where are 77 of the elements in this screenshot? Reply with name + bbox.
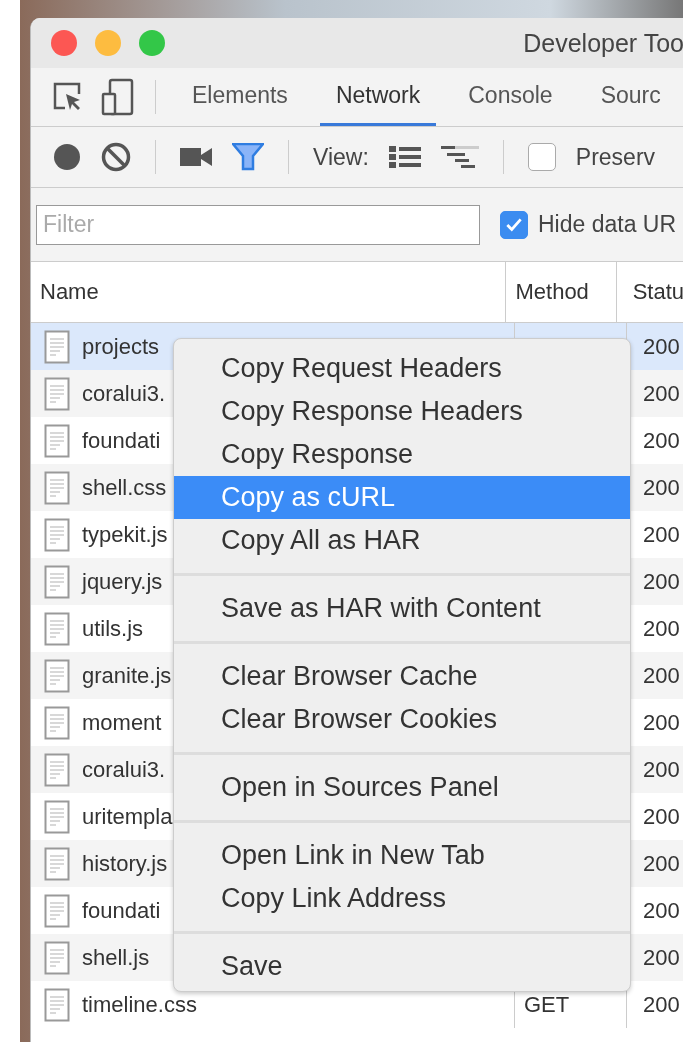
- table-cell: timeline.css: [82, 991, 197, 1018]
- panel-tab[interactable]: Console: [452, 68, 569, 126]
- device-icon[interactable]: [101, 78, 135, 116]
- window-title: Developer Too: [523, 28, 683, 58]
- table-cell: granite.js: [82, 662, 172, 689]
- file-icon: [44, 846, 70, 881]
- table-cell: 200: [643, 662, 680, 689]
- column-header[interactable]: Statu: [616, 262, 683, 322]
- file-icon: [44, 564, 70, 599]
- file-icon: [44, 470, 70, 505]
- hide-data-label: Hide data UR: [538, 211, 677, 238]
- table-cell: foundati: [82, 427, 161, 454]
- menu-item[interactable]: Copy Request Headers: [174, 347, 630, 390]
- close-icon[interactable]: [51, 30, 77, 56]
- record-icon[interactable]: [53, 143, 81, 171]
- menu-item[interactable]: Open in Sources Panel: [174, 766, 630, 809]
- file-icon: [44, 987, 70, 1022]
- menu-item[interactable]: Copy Link Address: [174, 877, 630, 920]
- file-icon: [44, 799, 70, 834]
- panel-tab[interactable]: Elements: [176, 68, 304, 126]
- menu-item[interactable]: Clear Browser Cookies: [174, 698, 630, 741]
- table-cell: moment: [82, 709, 162, 736]
- table-cell: foundati: [82, 897, 161, 924]
- preserve-checkbox[interactable]: [527, 143, 556, 171]
- table-cell: shell.css: [82, 474, 167, 501]
- file-icon: [44, 423, 70, 458]
- menu-item[interactable]: Copy Response: [174, 433, 630, 476]
- file-icon: [44, 658, 70, 693]
- table-cell: jquery.js: [82, 568, 163, 595]
- table-cell: 200: [643, 850, 680, 877]
- table-cell: projects: [82, 333, 160, 360]
- preserve-label: Preserv: [575, 143, 656, 171]
- table-cell: 200: [643, 709, 680, 736]
- file-icon: [44, 611, 70, 646]
- table-cell: history.js: [82, 850, 168, 877]
- table-cell: 200: [643, 944, 680, 971]
- waterfall-icon[interactable]: [440, 145, 479, 169]
- table-cell: utils.js: [82, 615, 144, 642]
- menu-item[interactable]: Clear Browser Cache: [174, 655, 630, 698]
- table-cell: 200: [643, 897, 680, 924]
- table-cell: 200: [643, 380, 680, 407]
- column-header[interactable]: Name: [31, 262, 507, 322]
- file-icon: [44, 752, 70, 787]
- panel-tab[interactable]: Sourc: [584, 68, 677, 126]
- filter-icon[interactable]: [232, 143, 264, 171]
- table-cell: coralui3.: [82, 756, 166, 783]
- table-cell: 200: [643, 991, 680, 1018]
- menu-item[interactable]: Open Link in New Tab: [174, 834, 630, 877]
- menu-item[interactable]: Copy All as HAR: [174, 519, 630, 562]
- table-cell: 200: [643, 521, 680, 548]
- clear-icon[interactable]: [101, 142, 131, 172]
- menu-item[interactable]: Save as HAR with Content: [174, 587, 630, 630]
- file-icon: [44, 705, 70, 740]
- table-cell: GET: [524, 991, 570, 1018]
- table-cell: 200: [643, 427, 680, 454]
- table-cell: 200: [643, 568, 680, 595]
- menu-item[interactable]: Copy Response Headers: [174, 390, 630, 433]
- filter-field[interactable]: Filter: [36, 204, 480, 245]
- file-icon: [44, 517, 70, 552]
- table-cell: 200: [643, 756, 680, 783]
- file-icon: [44, 893, 70, 928]
- table-cell: typekit.js: [82, 521, 168, 548]
- column-header[interactable]: Method: [506, 262, 617, 322]
- view-label: View:: [313, 143, 369, 171]
- table-cell: 200: [643, 333, 680, 360]
- file-icon: [44, 376, 70, 411]
- table-cell: shell.js: [82, 944, 150, 971]
- video-camera-icon[interactable]: [180, 147, 212, 167]
- hide-data-checkbox[interactable]: [500, 210, 528, 239]
- table-cell: 200: [643, 474, 680, 501]
- table-cell: uritempla: [82, 803, 173, 830]
- list-view-icon[interactable]: [388, 145, 421, 169]
- file-icon: [44, 940, 70, 975]
- table-cell: 200: [643, 803, 680, 830]
- table-cell: coralui3.: [82, 380, 166, 407]
- file-icon: [44, 329, 70, 364]
- table-cell: 200: [643, 615, 680, 642]
